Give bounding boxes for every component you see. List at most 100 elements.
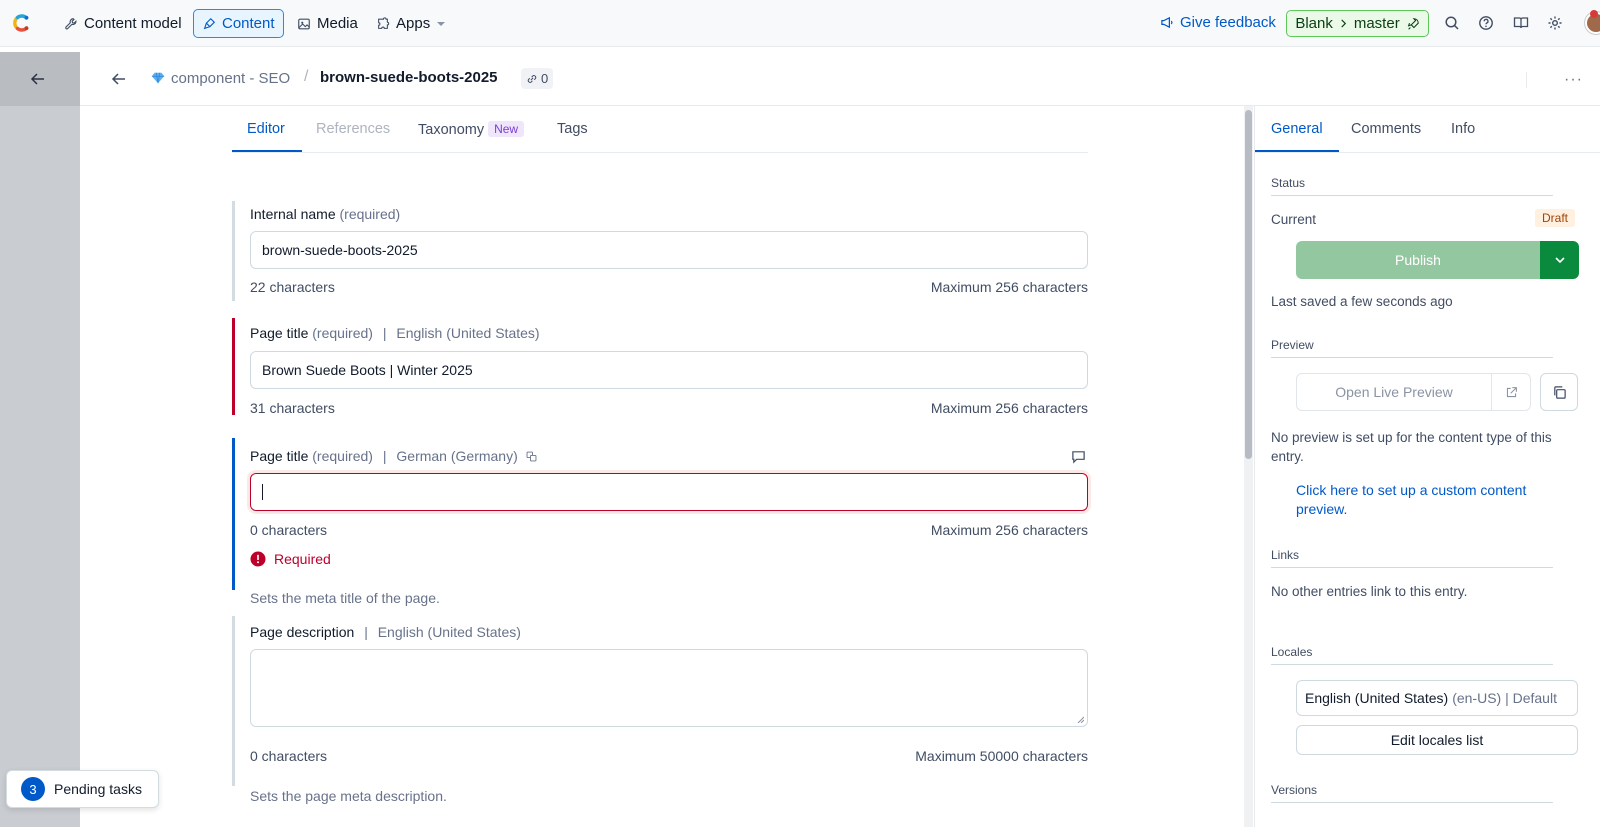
chevron-down-icon xyxy=(1554,257,1565,264)
page-title-de-input[interactable] xyxy=(250,473,1088,511)
sidebar-tab-comments[interactable]: Comments xyxy=(1351,121,1421,137)
diamond-icon xyxy=(151,72,165,84)
locale-name: English (United States) xyxy=(1305,690,1449,706)
character-count: 22 characters xyxy=(250,279,335,295)
edit-locales-button[interactable]: Edit locales list xyxy=(1296,725,1578,755)
tab-tags[interactable]: Tags xyxy=(557,121,588,137)
field-locale: English (United States) xyxy=(396,325,540,341)
nav-content-model[interactable]: Content model xyxy=(56,9,190,38)
entry-title: brown-suede-boots-2025 xyxy=(320,69,498,86)
nav-content-model-label: Content model xyxy=(84,15,182,32)
publish-button[interactable]: Publish xyxy=(1296,241,1540,279)
field-label: Page title (required) | English (United … xyxy=(250,325,540,341)
top-navigation: Content model Content Media Apps Give fe… xyxy=(0,0,1600,47)
nav-apps[interactable]: Apps xyxy=(368,9,454,38)
links-text: No other entries link to this entry. xyxy=(1271,584,1468,599)
comment-icon[interactable] xyxy=(1071,449,1086,464)
notification-dot xyxy=(1590,10,1598,18)
environment-switcher[interactable]: Blank master xyxy=(1286,10,1429,37)
header-divider xyxy=(1526,72,1527,88)
field-label-text: Page description xyxy=(250,624,355,640)
rocket-icon xyxy=(1407,17,1419,30)
validation-error: Required xyxy=(250,551,331,567)
nav-apps-label: Apps xyxy=(396,15,431,32)
field-label-text: Internal name xyxy=(250,206,336,222)
external-link-icon xyxy=(1506,386,1517,397)
nav-content[interactable]: Content xyxy=(193,9,284,38)
nav-media-label: Media xyxy=(317,15,358,32)
setup-preview-link[interactable]: Click here to set up a custom content pr… xyxy=(1296,481,1558,519)
locale-item: English (United States) (en-US) | Defaul… xyxy=(1296,680,1578,716)
character-max: Maximum 256 characters xyxy=(930,400,1088,416)
chevron-down-icon xyxy=(437,21,446,26)
page-title-en-input[interactable]: Brown Suede Boots | Winter 2025 xyxy=(250,351,1088,389)
pending-tasks-button[interactable]: 3 Pending tasks xyxy=(6,770,159,808)
current-status-label: Current xyxy=(1271,212,1317,227)
gear-icon[interactable] xyxy=(1547,15,1563,31)
editor-scrollbar-thumb[interactable] xyxy=(1245,110,1252,459)
book-icon[interactable] xyxy=(1513,15,1529,31)
field-help-text: Sets the meta title of the page. xyxy=(250,590,440,606)
validation-error-text: Required xyxy=(274,551,331,567)
tab-references[interactable]: References xyxy=(316,121,390,137)
more-options-icon[interactable]: ··· xyxy=(1564,71,1583,89)
preview-heading: Preview xyxy=(1271,338,1553,358)
page-description-textarea[interactable] xyxy=(250,649,1088,727)
status-badge: Draft xyxy=(1535,209,1576,227)
sidebar-tab-general[interactable]: General xyxy=(1271,121,1323,137)
field-locale: English (United States) xyxy=(377,624,521,640)
help-icon[interactable] xyxy=(1478,15,1494,31)
field-page-title-de: Page title (required) | German (Germany)… xyxy=(232,438,1088,590)
publish-options-button[interactable] xyxy=(1540,241,1579,279)
field-label-text: Page title xyxy=(250,448,309,464)
entry-header: component - SEO / brown-suede-boots-2025… xyxy=(80,52,1600,106)
character-max: Maximum 256 characters xyxy=(930,522,1088,538)
open-live-preview-button[interactable]: Open Live Preview xyxy=(1296,373,1492,411)
field-page-title-en: Page title (required) | English (United … xyxy=(232,318,1088,416)
sidebar-tabs: General Comments Info xyxy=(1255,106,1600,153)
tab-editor[interactable]: Editor xyxy=(247,121,285,137)
pending-tasks-label: Pending tasks xyxy=(54,781,142,797)
text-cursor xyxy=(262,484,263,500)
contentful-logo-icon[interactable] xyxy=(9,11,33,35)
error-icon xyxy=(250,551,266,567)
back-arrow-icon[interactable] xyxy=(111,71,127,87)
field-help-text: Sets the page meta description. xyxy=(250,788,447,804)
sidebar-tab-info[interactable]: Info xyxy=(1451,121,1475,137)
label-separator: | xyxy=(382,448,387,464)
search-icon[interactable] xyxy=(1444,15,1460,31)
versions-heading: Versions xyxy=(1271,783,1553,803)
environment-name: master xyxy=(1353,15,1400,32)
locales-heading: Locales xyxy=(1271,645,1553,665)
field-required: (required) xyxy=(339,206,401,222)
field-internal-name: Internal name (required) brown-suede-boo… xyxy=(232,201,1088,301)
copy-preview-link-button[interactable] xyxy=(1540,373,1578,411)
space-name: Blank xyxy=(1295,15,1333,32)
translate-icon[interactable] xyxy=(526,451,537,462)
references-count-badge[interactable]: 0 xyxy=(521,68,554,89)
megaphone-icon xyxy=(1161,16,1173,29)
locale-meta: (en-US) | Default xyxy=(1452,690,1557,706)
field-label-text: Page title xyxy=(250,325,309,341)
give-feedback-label: Give feedback xyxy=(1180,14,1276,31)
give-feedback-link[interactable]: Give feedback xyxy=(1160,14,1276,31)
nav-media[interactable]: Media xyxy=(289,9,366,38)
nav-content-label: Content xyxy=(222,15,275,32)
entry-editor: Editor References Taxonomy New Tags Inter… xyxy=(80,106,1240,827)
character-count: 31 characters xyxy=(250,400,335,416)
copy-icon xyxy=(1553,385,1566,399)
content-type-breadcrumb[interactable]: component - SEO xyxy=(171,70,290,87)
pen-nib-icon xyxy=(203,17,216,29)
internal-name-input[interactable]: brown-suede-boots-2025 xyxy=(250,231,1088,269)
references-count: 0 xyxy=(541,71,549,86)
resize-grip-icon[interactable] xyxy=(1076,715,1084,723)
status-heading: Status xyxy=(1271,176,1553,196)
field-label: Page title (required) | German (Germany) xyxy=(250,448,537,464)
field-required: (required) xyxy=(312,448,373,464)
puzzle-icon xyxy=(378,16,390,29)
editor-tabs: Editor References Taxonomy New Tags xyxy=(232,106,1088,153)
tab-taxonomy-label: Taxonomy xyxy=(418,122,485,138)
field-page-description: Page description | English (United State… xyxy=(232,616,1088,786)
tab-taxonomy[interactable]: Taxonomy New xyxy=(418,121,525,138)
open-preview-external-button[interactable] xyxy=(1492,373,1531,411)
